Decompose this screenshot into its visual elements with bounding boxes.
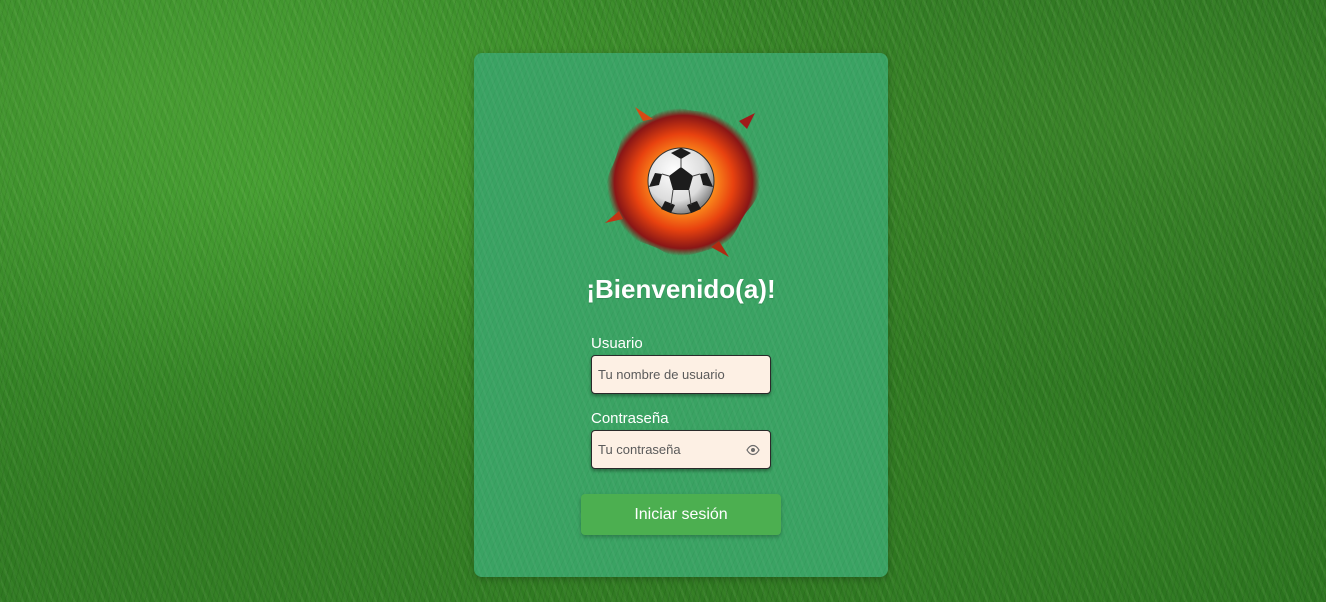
username-field-container <box>591 355 771 394</box>
eye-icon[interactable] <box>746 444 760 456</box>
username-label: Usuario <box>591 335 643 352</box>
login-button[interactable]: Iniciar sesión <box>581 494 781 535</box>
welcome-title: ¡Bienvenido(a)! <box>586 274 776 304</box>
login-card: ¡Bienvenido(a)! Usuario Contraseña Inici… <box>474 53 888 577</box>
password-label: Contraseña <box>591 410 669 427</box>
password-field-container <box>591 430 771 469</box>
password-input[interactable] <box>592 431 770 468</box>
flaming-soccer-ball-icon <box>605 107 760 257</box>
username-input[interactable] <box>592 356 770 393</box>
